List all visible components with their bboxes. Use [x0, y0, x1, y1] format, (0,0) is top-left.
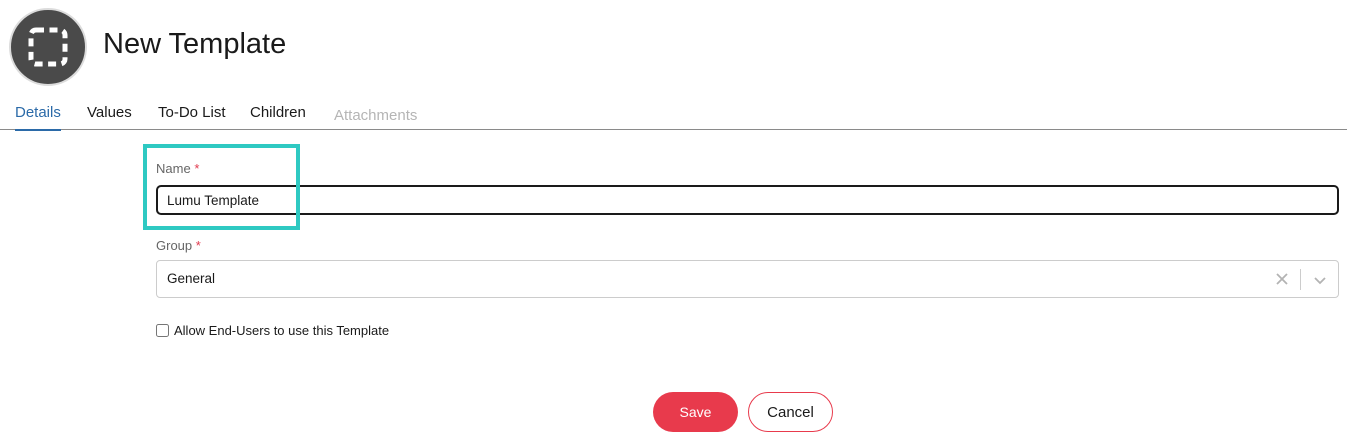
tab-children[interactable]: Children [250, 104, 306, 122]
save-button[interactable]: Save [653, 392, 738, 432]
dashed-square-icon [28, 27, 68, 67]
allow-end-users-label[interactable]: Allow End-Users to use this Template [174, 323, 389, 338]
group-select-value: General [167, 271, 216, 286]
clear-icon[interactable] [1274, 271, 1290, 287]
avatar [9, 8, 87, 86]
chevron-down-icon[interactable] [1312, 272, 1328, 288]
tab-values[interactable]: Values [87, 104, 132, 122]
tab-details[interactable]: Details [15, 104, 61, 131]
tab-attachments: Attachments [334, 107, 418, 124]
group-select[interactable]: General [156, 260, 1339, 298]
tab-to-do-list[interactable]: To-Do List [158, 104, 226, 122]
page-title: New Template [103, 28, 287, 60]
select-separator [1300, 269, 1301, 290]
required-mark: * [194, 161, 200, 176]
group-label-text: Group [156, 238, 193, 253]
cancel-button[interactable]: Cancel [748, 392, 833, 432]
name-input[interactable] [156, 185, 1339, 215]
tab-bar: Details Values To-Do List Children Attac… [0, 98, 1347, 131]
required-mark: * [195, 238, 201, 253]
name-label: Name * [156, 161, 199, 176]
allow-end-users-row: Allow End-Users to use this Template [156, 323, 389, 338]
name-label-text: Name [156, 161, 191, 176]
allow-end-users-checkbox[interactable] [156, 324, 169, 337]
group-label: Group * [156, 238, 201, 253]
